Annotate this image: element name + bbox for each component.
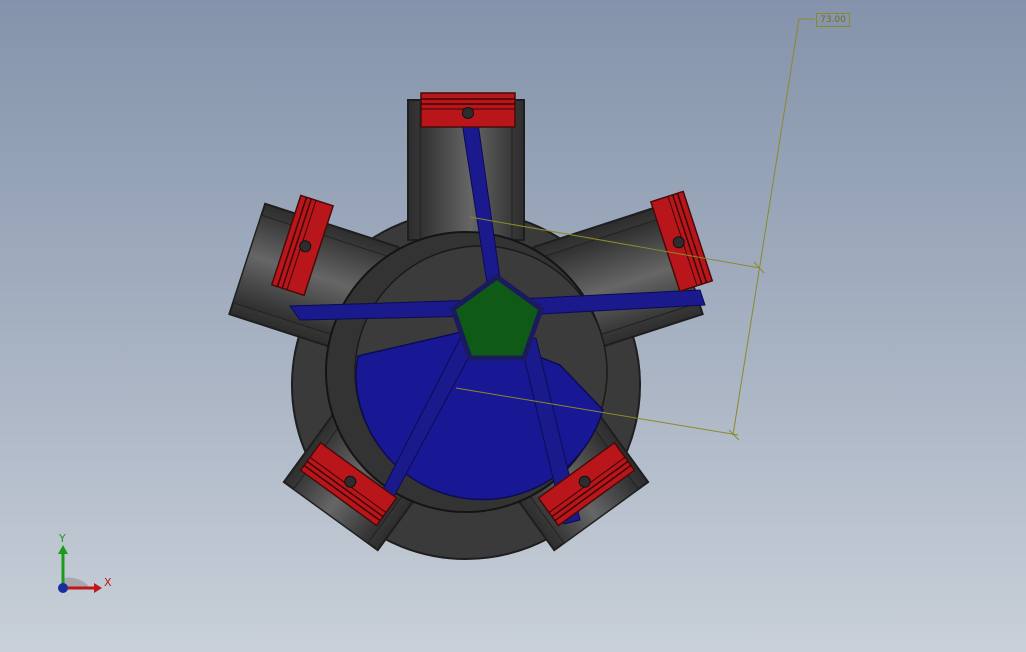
triad-y-label: Y [59, 532, 66, 545]
piston-top [420, 92, 516, 128]
triad-x-label: X [104, 576, 112, 589]
engine-model[interactable] [0, 0, 1026, 652]
triad-icon [58, 545, 102, 593]
dimension-label[interactable]: 73.00 [816, 13, 850, 27]
graphics-viewport[interactable]: 73.00 Y X [0, 0, 1026, 652]
